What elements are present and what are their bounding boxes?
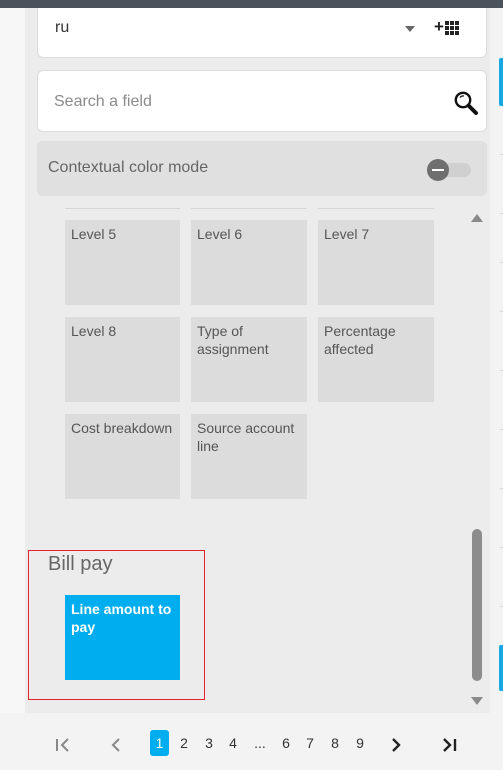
field-tile-type-of-assignment[interactable]: Type of assignment [191,317,307,402]
field-tile-cost-breakdown[interactable]: Cost breakdown [65,414,180,499]
field-tile-line-amount-to-pay[interactable]: Line amount to pay [65,595,180,680]
app-root: ru + Contextual color mode [0,0,503,770]
tile-edge [65,208,180,209]
search-input[interactable] [54,89,414,115]
chevron-right-icon[interactable] [389,737,403,753]
field-tile-percentage-affected[interactable]: Percentage affected [318,317,434,402]
top-bar [0,0,503,8]
field-tile-level-7[interactable]: Level 7 [318,220,434,305]
grid-icon [445,21,459,35]
pagination: 1 2 3 4 ... 6 7 8 9 [0,713,503,770]
scrollbar-thumb[interactable] [472,529,482,681]
page-7-button[interactable]: 7 [302,730,318,756]
add-grid-icon[interactable]: + [434,17,464,38]
chevron-left-icon[interactable] [109,737,123,753]
field-panel: ru + Contextual color mode [25,8,490,713]
field-tile-source-account-line[interactable]: Source account line [191,414,307,499]
field-tile-level-8[interactable]: Level 8 [65,317,180,402]
tile-edge [318,208,434,209]
chevron-down-icon[interactable] [405,26,415,32]
scroll-down-arrow[interactable] [471,697,483,705]
page-6-button[interactable]: 6 [278,730,294,756]
field-tile-level-5[interactable]: Level 5 [65,220,180,305]
toggle-knob [427,159,449,181]
magnifier-icon[interactable] [453,90,479,116]
contextual-color-mode-label: Contextual color mode [48,159,209,176]
toggle-off-icon[interactable] [427,159,473,181]
field-tile-level-6[interactable]: Level 6 [191,220,307,305]
page-3-button[interactable]: 3 [201,730,217,756]
page-4-button[interactable]: 4 [225,730,241,756]
first-page-icon[interactable] [54,737,72,753]
accent-marker [499,58,503,106]
tile-edge [191,208,307,209]
page-ellipsis: ... [254,735,266,751]
page-9-button[interactable]: 9 [352,730,368,756]
search-field [37,70,487,132]
scroll-up-arrow[interactable] [471,214,483,222]
right-edge-strip [490,8,503,713]
page-2-button[interactable]: 2 [176,730,192,756]
bill-pay-title: Bill pay [48,553,113,575]
language-select[interactable]: ru + [37,8,487,58]
last-page-icon[interactable] [440,737,458,753]
accent-marker [499,645,503,691]
language-value: ru [55,19,70,36]
plus-icon: + [434,17,444,36]
left-gutter [0,8,25,713]
page-1-button[interactable]: 1 [150,730,169,756]
contextual-color-mode-row: Contextual color mode [37,141,487,196]
page-8-button[interactable]: 8 [327,730,343,756]
